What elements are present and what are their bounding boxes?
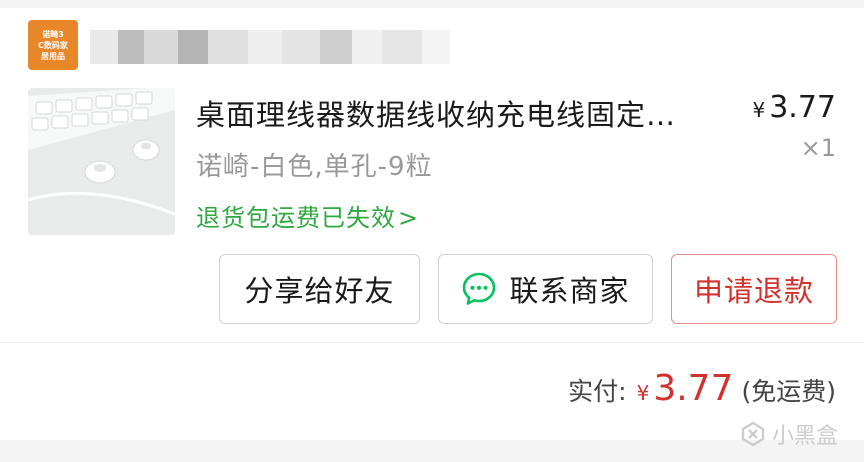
heybox-logo-icon xyxy=(741,421,765,447)
chevron-right-icon: > xyxy=(398,204,420,232)
product-quantity: ×1 xyxy=(800,134,836,162)
refund-button-label: 申请退款 xyxy=(693,274,814,308)
price-value: 3.77 xyxy=(769,90,836,125)
product-title[interactable]: 桌面理线器数据线收纳充电线固定… xyxy=(196,92,726,134)
product-price: ¥3.77 xyxy=(752,90,836,125)
shipping-note: (免运费) xyxy=(741,377,836,406)
top-separator xyxy=(0,0,864,8)
store-logo-line-1: 诺畸3 xyxy=(42,29,64,39)
store-logo-line-3: 居用品 xyxy=(41,51,65,61)
share-to-friend-button[interactable]: 分享给好友 xyxy=(219,254,420,324)
share-button-label: 分享给好友 xyxy=(244,274,395,308)
product-image xyxy=(28,88,175,235)
order-total: 实付: ¥ 3.77 (免运费) xyxy=(568,368,836,409)
store-logo[interactable]: 诺畸3 C数码家 居用品 xyxy=(28,20,78,70)
total-amount: 3.77 xyxy=(653,368,734,409)
total-currency: ¥ xyxy=(636,381,650,405)
price-currency: ¥ xyxy=(752,98,766,122)
return-shipping-note[interactable]: 退货包运费已失效> xyxy=(196,198,419,233)
store-name-blurred[interactable] xyxy=(90,30,450,64)
divider xyxy=(0,342,864,343)
store-logo-line-2: C数码家 xyxy=(38,40,68,50)
contact-button-label: 联系商家 xyxy=(509,274,630,308)
contact-seller-button[interactable]: 联系商家 xyxy=(438,254,653,324)
request-refund-button[interactable]: 申请退款 xyxy=(671,254,837,324)
watermark: 小黑盒 xyxy=(740,418,838,450)
product-thumbnail[interactable] xyxy=(28,88,175,235)
product-spec: 诺崎-白色,单孔-9粒 xyxy=(196,152,433,182)
watermark-text: 小黑盒 xyxy=(771,424,838,449)
total-label: 实付: xyxy=(568,377,627,406)
chat-bubble-icon xyxy=(463,272,496,305)
bottom-separator xyxy=(0,440,864,462)
return-note-text: 退货包运费已失效 xyxy=(196,204,396,232)
